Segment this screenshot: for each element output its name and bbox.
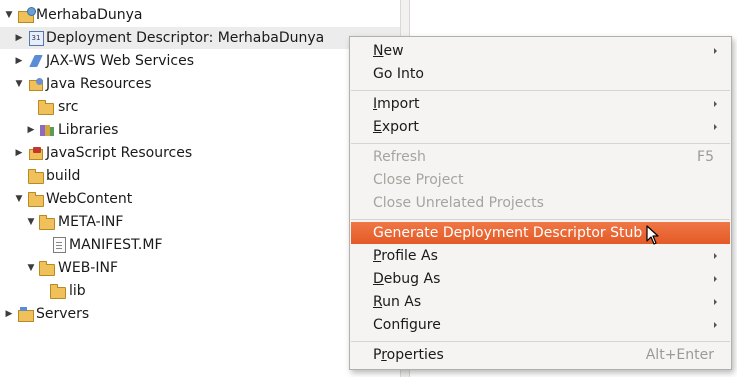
tree-item-jax-ws[interactable]: ▶ JAX-WS Web Services [0, 50, 400, 72]
menu-item-configure[interactable]: Configure [351, 314, 730, 336]
project-icon [18, 6, 36, 23]
menu-item-properties[interactable]: Properties Alt+Enter [351, 344, 730, 366]
menu-item-run-as[interactable]: Run As [351, 291, 730, 313]
menu-separator [351, 143, 730, 144]
submenu-arrow-icon [714, 101, 717, 107]
servers-folder-icon [18, 306, 34, 322]
tree-item-src[interactable]: src [0, 96, 400, 118]
folder-icon [28, 168, 44, 184]
tree-item-label: Java Resources [46, 76, 152, 92]
javascript-resources-icon [28, 145, 44, 161]
menu-item-label: Go Into [373, 66, 424, 82]
file-icon [51, 237, 67, 253]
submenu-arrow-icon [714, 276, 717, 282]
twisty-collapsed-icon[interactable]: ▶ [4, 309, 14, 319]
menu-item-new[interactable]: New [351, 40, 730, 62]
context-menu: New Go Into Import Export Refresh F5 Clo… [349, 36, 732, 370]
project-explorer-tree[interactable]: ▼ MerhabaDunya ▶ 31 Deployment Descripto… [0, 0, 400, 377]
tree-item-meta-inf[interactable]: ▼ META-INF [0, 211, 400, 233]
menu-item-label: Generate Deployment Descriptor Stub [373, 225, 643, 241]
menu-separator [351, 90, 730, 91]
menu-item-debug-as[interactable]: Debug As [351, 268, 730, 290]
twisty-collapsed-icon[interactable]: ▶ [14, 33, 24, 43]
menu-item-label: Close Unrelated Projects [373, 195, 544, 211]
menu-separator [351, 219, 730, 220]
tree-item-label: META-INF [58, 214, 124, 230]
tree-item-libraries[interactable]: ▶ Libraries [0, 119, 400, 141]
submenu-arrow-icon [714, 299, 717, 305]
menu-item-generate-deployment-descriptor-stub[interactable]: Generate Deployment Descriptor Stub [351, 222, 730, 244]
tree-item-label: WEB-INF [58, 260, 118, 276]
submenu-arrow-icon [714, 124, 717, 130]
tree-item-lib[interactable]: lib [0, 280, 400, 302]
menu-item-import[interactable]: Import [351, 93, 730, 115]
menu-item-shortcut: F5 [697, 149, 714, 165]
menu-item-label: New [373, 43, 404, 59]
tree-item-web-inf[interactable]: ▼ WEB-INF [0, 257, 400, 279]
tree-item-label: lib [69, 283, 86, 299]
menu-item-label: Close Project [373, 172, 464, 188]
tree-item-label: WebContent [46, 191, 133, 207]
folder-icon [39, 260, 55, 276]
menu-item-close-unrelated-projects: Close Unrelated Projects [351, 192, 730, 214]
menu-item-export[interactable]: Export [351, 116, 730, 138]
menu-item-label: Import [373, 96, 420, 112]
twisty-collapsed-icon[interactable]: ▶ [26, 125, 36, 135]
menu-item-label: Export [373, 119, 419, 135]
menu-item-label: Debug As [373, 271, 441, 287]
tree-item-label: MerhabaDunya [36, 7, 143, 23]
tree-item-label: build [46, 168, 81, 184]
twisty-expanded-icon[interactable]: ▼ [14, 194, 24, 204]
package-folder-icon [38, 99, 54, 115]
twisty-collapsed-icon[interactable]: ▶ [14, 148, 24, 158]
folder-icon [28, 191, 44, 207]
tree-item-servers[interactable]: ▶ Servers [0, 303, 400, 325]
tree-item-java-resources[interactable]: ▼ Java Resources [0, 73, 400, 95]
tree-item-label: Servers [36, 306, 90, 322]
tree-item-manifest[interactable]: MANIFEST.MF [0, 234, 400, 256]
twisty-expanded-icon[interactable]: ▼ [26, 263, 36, 273]
tree-item-javascript-resources[interactable]: ▶ JavaScript Resources [0, 142, 400, 164]
mouse-cursor-icon [646, 225, 659, 245]
tree-item-build[interactable]: build [0, 165, 400, 187]
submenu-arrow-icon [714, 322, 717, 328]
menu-item-close-project: Close Project [351, 169, 730, 191]
submenu-arrow-icon [714, 48, 717, 54]
menu-item-label: Refresh [373, 149, 426, 165]
submenu-arrow-icon [714, 253, 717, 259]
twisty-collapsed-icon[interactable]: ▶ [14, 56, 24, 66]
menu-item-profile-as[interactable]: Profile As [351, 245, 730, 267]
menu-item-shortcut: Alt+Enter [645, 347, 714, 363]
menu-item-go-into[interactable]: Go Into [351, 63, 730, 85]
tree-item-label: src [58, 99, 79, 115]
tree-item-webcontent[interactable]: ▼ WebContent [0, 188, 400, 210]
tree-item-merhabadunya[interactable]: ▼ MerhabaDunya [0, 4, 400, 26]
menu-item-refresh: Refresh F5 [351, 146, 730, 168]
twisty-expanded-icon[interactable]: ▼ [26, 217, 36, 227]
menu-separator [351, 341, 730, 342]
tree-item-deployment-descriptor[interactable]: ▶ 31 Deployment Descriptor: MerhabaDunya [0, 27, 400, 49]
libraries-icon [39, 122, 55, 138]
menu-item-label: Run As [373, 294, 422, 310]
tree-item-label: Deployment Descriptor: MerhabaDunya [46, 30, 325, 46]
twisty-expanded-icon[interactable]: ▼ [14, 79, 24, 89]
deployment-descriptor-icon: 31 [28, 30, 44, 46]
tree-item-label: Libraries [58, 122, 119, 138]
tree-item-label: JavaScript Resources [46, 145, 193, 161]
tree-item-label: MANIFEST.MF [69, 237, 163, 253]
twisty-expanded-icon[interactable]: ▼ [4, 10, 14, 20]
menu-item-label: Configure [373, 317, 441, 333]
menu-item-label: Profile As [373, 248, 438, 264]
folder-icon [39, 214, 55, 230]
tree-item-label: JAX-WS Web Services [46, 53, 195, 69]
java-resources-icon [28, 76, 44, 92]
menu-item-label: Properties [373, 347, 444, 363]
folder-icon [50, 283, 66, 299]
jax-ws-icon [28, 53, 44, 69]
